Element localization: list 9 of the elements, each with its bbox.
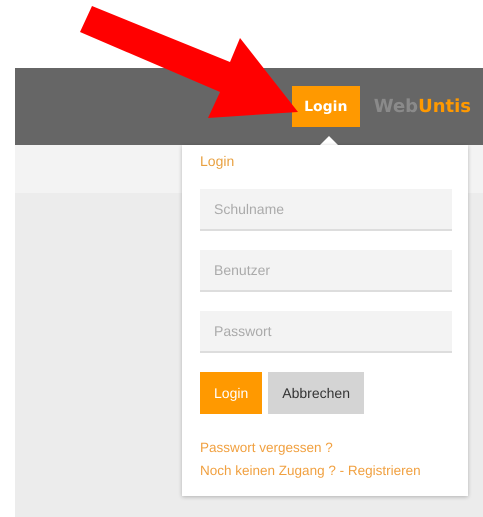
link[interactable]: Noch keinen Zugang ? - Registrieren [200, 459, 452, 482]
login-button[interactable]: Login [292, 86, 360, 127]
input-field[interactable]: Passwort [200, 311, 452, 353]
input-field[interactable]: Schulname [200, 189, 452, 231]
input-field[interactable]: Benutzer [200, 250, 452, 292]
login-button[interactable]: Login [200, 372, 262, 414]
link[interactable]: Passwort vergessen ? [200, 436, 452, 459]
popup-title: Login [200, 153, 236, 169]
cancel-button[interactable]: Abbrechen [268, 372, 364, 414]
